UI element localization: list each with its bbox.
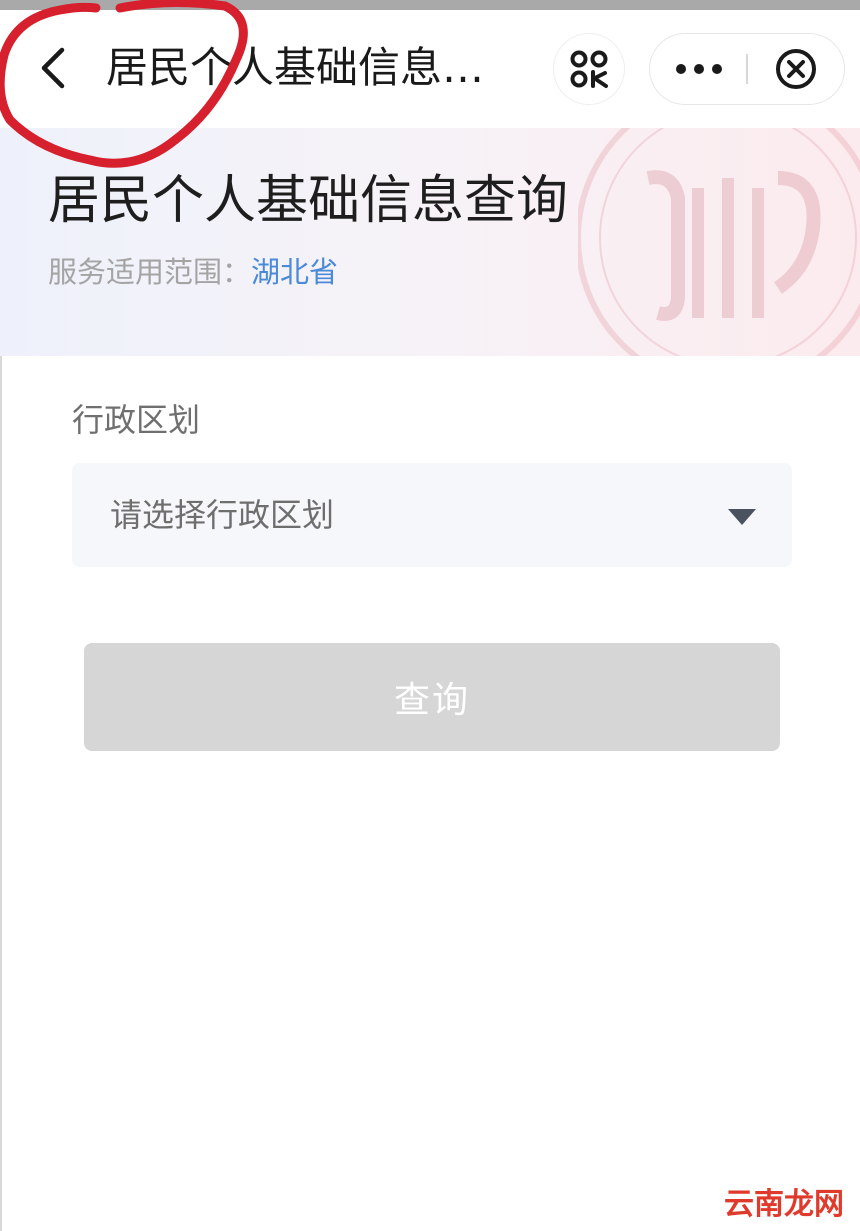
navigation-bar: 居民个人基础信息… <box>0 10 860 128</box>
site-watermark: 云南龙网 <box>724 1187 844 1222</box>
region-field-label: 行政区划 <box>72 401 201 439</box>
region-select-placeholder: 请选择行政区划 <box>110 496 335 534</box>
caret-down-icon <box>728 509 756 525</box>
service-scope: 服务适用范围：湖北省 <box>48 252 338 292</box>
left-edge-line <box>0 356 2 1231</box>
scan-button[interactable] <box>554 34 624 104</box>
close-circle-icon <box>776 49 816 89</box>
scope-label: 服务适用范围： <box>48 255 252 289</box>
nav-title: 居民个人基础信息… <box>106 43 485 92</box>
close-button[interactable] <box>748 34 844 104</box>
more-dots-icon <box>676 64 722 74</box>
scope-value: 湖北省 <box>251 255 339 289</box>
emblem-watermark <box>578 128 860 356</box>
status-strip <box>0 0 860 10</box>
query-button-label: 查询 <box>393 679 470 720</box>
region-select[interactable]: 请选择行政区划 <box>72 463 792 567</box>
back-button[interactable] <box>24 38 84 98</box>
page-title: 居民个人基础信息查询 <box>48 171 569 231</box>
chevron-left-icon <box>41 47 65 89</box>
scan-qr-icon <box>570 50 608 88</box>
service-header: 居民个人基础信息查询 服务适用范围：湖北省 <box>0 128 860 356</box>
mini-program-capsule <box>650 34 844 104</box>
page: 居民个人基础信息… 居民个人基础信息查询 服务适用范围：湖北省 行政区划 请选择… <box>0 0 860 1231</box>
query-button[interactable]: 查询 <box>84 643 780 751</box>
more-button[interactable] <box>650 34 748 104</box>
